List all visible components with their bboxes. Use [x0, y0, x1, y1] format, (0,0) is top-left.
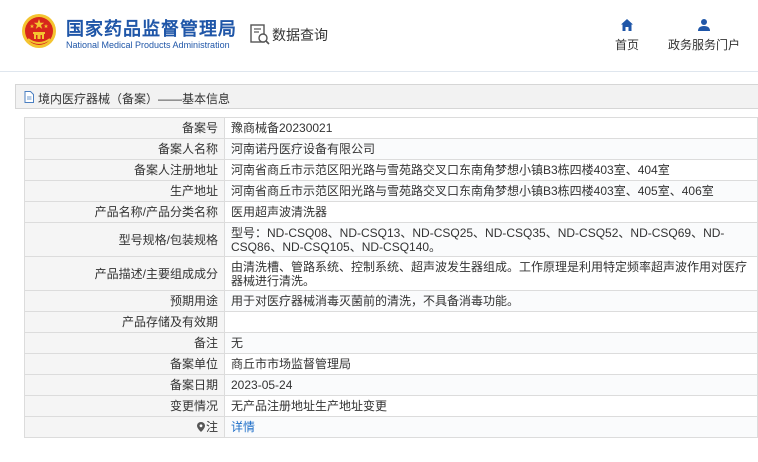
breadcrumb: 境内医疗器械（备案）——基本信息: [15, 84, 758, 109]
filer-name-label: 备案人名称: [24, 138, 225, 160]
details-link[interactable]: 详情: [231, 420, 255, 434]
page-title: 数据查询: [272, 27, 328, 43]
note-label: 注: [205, 420, 218, 434]
nav-service-portal-label: 政务服务门户: [667, 38, 740, 52]
change-status-label: 变更情况: [24, 395, 225, 417]
table-row: 产品存储及有效期: [24, 311, 758, 333]
table-row: 产品描述/主要组成成分 由清洗槽、管路系统、控制系统、超声波发生器组成。工作原理…: [24, 256, 758, 291]
table-row: 备案号 豫商械备20230021: [24, 117, 758, 139]
table-row: 型号规格/包装规格 型号：ND-CSQ08、ND-CSQ13、ND-CSQ25、…: [24, 222, 758, 257]
description-label: 产品描述/主要组成成分: [24, 256, 225, 291]
table-row: 注 详情: [24, 416, 758, 438]
remarks-label: 备注: [24, 332, 225, 354]
table-row: 备案人名称 河南诺丹医疗设备有限公司: [24, 138, 758, 160]
nav-service-portal-link[interactable]: 政务服务门户: [664, 18, 744, 53]
model-spec-label: 型号规格/包装规格: [24, 222, 225, 257]
intended-use-value: 用于对医疗器械消毒灭菌前的清洗，不具备消毒功能。: [224, 290, 758, 312]
site-header: 国家药品监督管理局 National Medical Products Admi…: [0, 0, 758, 71]
record-info-table: 备案号 豫商械备20230021 备案人名称 河南诺丹医疗设备有限公司 备案人注…: [24, 117, 758, 438]
filing-date-value: 2023-05-24: [224, 374, 758, 396]
breadcrumb-text: 境内医疗器械（备案）——基本信息: [38, 92, 231, 106]
table-row: 生产地址 河南省商丘市示范区阳光路与雪苑路交叉口东南角梦想小镇B3栋四楼403室…: [24, 180, 758, 202]
document-icon: [24, 91, 34, 103]
filing-unit-label: 备案单位: [24, 353, 225, 375]
table-row: 备案单位 商丘市市场监督管理局: [24, 353, 758, 375]
note-label-cell: 注: [24, 416, 225, 438]
user-icon: [698, 19, 710, 31]
storage-validity-value: [224, 311, 758, 333]
model-spec-value: 型号：ND-CSQ08、ND-CSQ13、ND-CSQ25、ND-CSQ35、N…: [224, 222, 758, 257]
remarks-value: 无: [224, 332, 758, 354]
change-status-value: 无产品注册地址生产地址变更: [224, 395, 758, 417]
description-value: 由清洗槽、管路系统、控制系统、超声波发生器组成。工作原理是利用特定频率超声波作用…: [224, 256, 758, 291]
table-row: 备案日期 2023-05-24: [24, 374, 758, 396]
location-pin-icon: [196, 422, 205, 432]
national-emblem-icon: [22, 14, 56, 48]
table-row: 备案人注册地址 河南省商丘市示范区阳光路与雪苑路交叉口东南角梦想小镇B3栋四楼4…: [24, 159, 758, 181]
home-icon: [621, 19, 633, 31]
filing-unit-value: 商丘市市场监督管理局: [224, 353, 758, 375]
agency-name-cn: 国家药品监督管理局: [66, 19, 237, 39]
header-divider: [0, 71, 758, 72]
nav-home-link[interactable]: 首页: [612, 18, 642, 53]
record-no-label: 备案号: [24, 117, 225, 139]
storage-validity-label: 产品存储及有效期: [24, 311, 225, 333]
filing-date-label: 备案日期: [24, 374, 225, 396]
registered-address-value: 河南省商丘市示范区阳光路与雪苑路交叉口东南角梦想小镇B3栋四楼403室、404室: [224, 159, 758, 181]
nav-home-label: 首页: [614, 38, 639, 52]
registered-address-label: 备案人注册地址: [24, 159, 225, 181]
product-name-value: 医用超声波清洗器: [224, 201, 758, 223]
note-value-cell: 详情: [224, 416, 758, 438]
intended-use-label: 预期用途: [24, 290, 225, 312]
product-name-label: 产品名称/产品分类名称: [24, 201, 225, 223]
table-row: 备注 无: [24, 332, 758, 354]
table-row: 预期用途 用于对医疗器械消毒灭菌前的清洗，不具备消毒功能。: [24, 290, 758, 312]
agency-name-en: National Medical Products Administration: [66, 40, 230, 50]
table-row: 产品名称/产品分类名称 医用超声波清洗器: [24, 201, 758, 223]
production-address-label: 生产地址: [24, 180, 225, 202]
data-query-icon: [250, 24, 270, 45]
production-address-value: 河南省商丘市示范区阳光路与雪苑路交叉口东南角梦想小镇B3栋四楼403室、405室…: [224, 180, 758, 202]
record-no-value: 豫商械备20230021: [224, 117, 758, 139]
filer-name-value: 河南诺丹医疗设备有限公司: [224, 138, 758, 160]
table-row: 变更情况 无产品注册地址生产地址变更: [24, 395, 758, 417]
